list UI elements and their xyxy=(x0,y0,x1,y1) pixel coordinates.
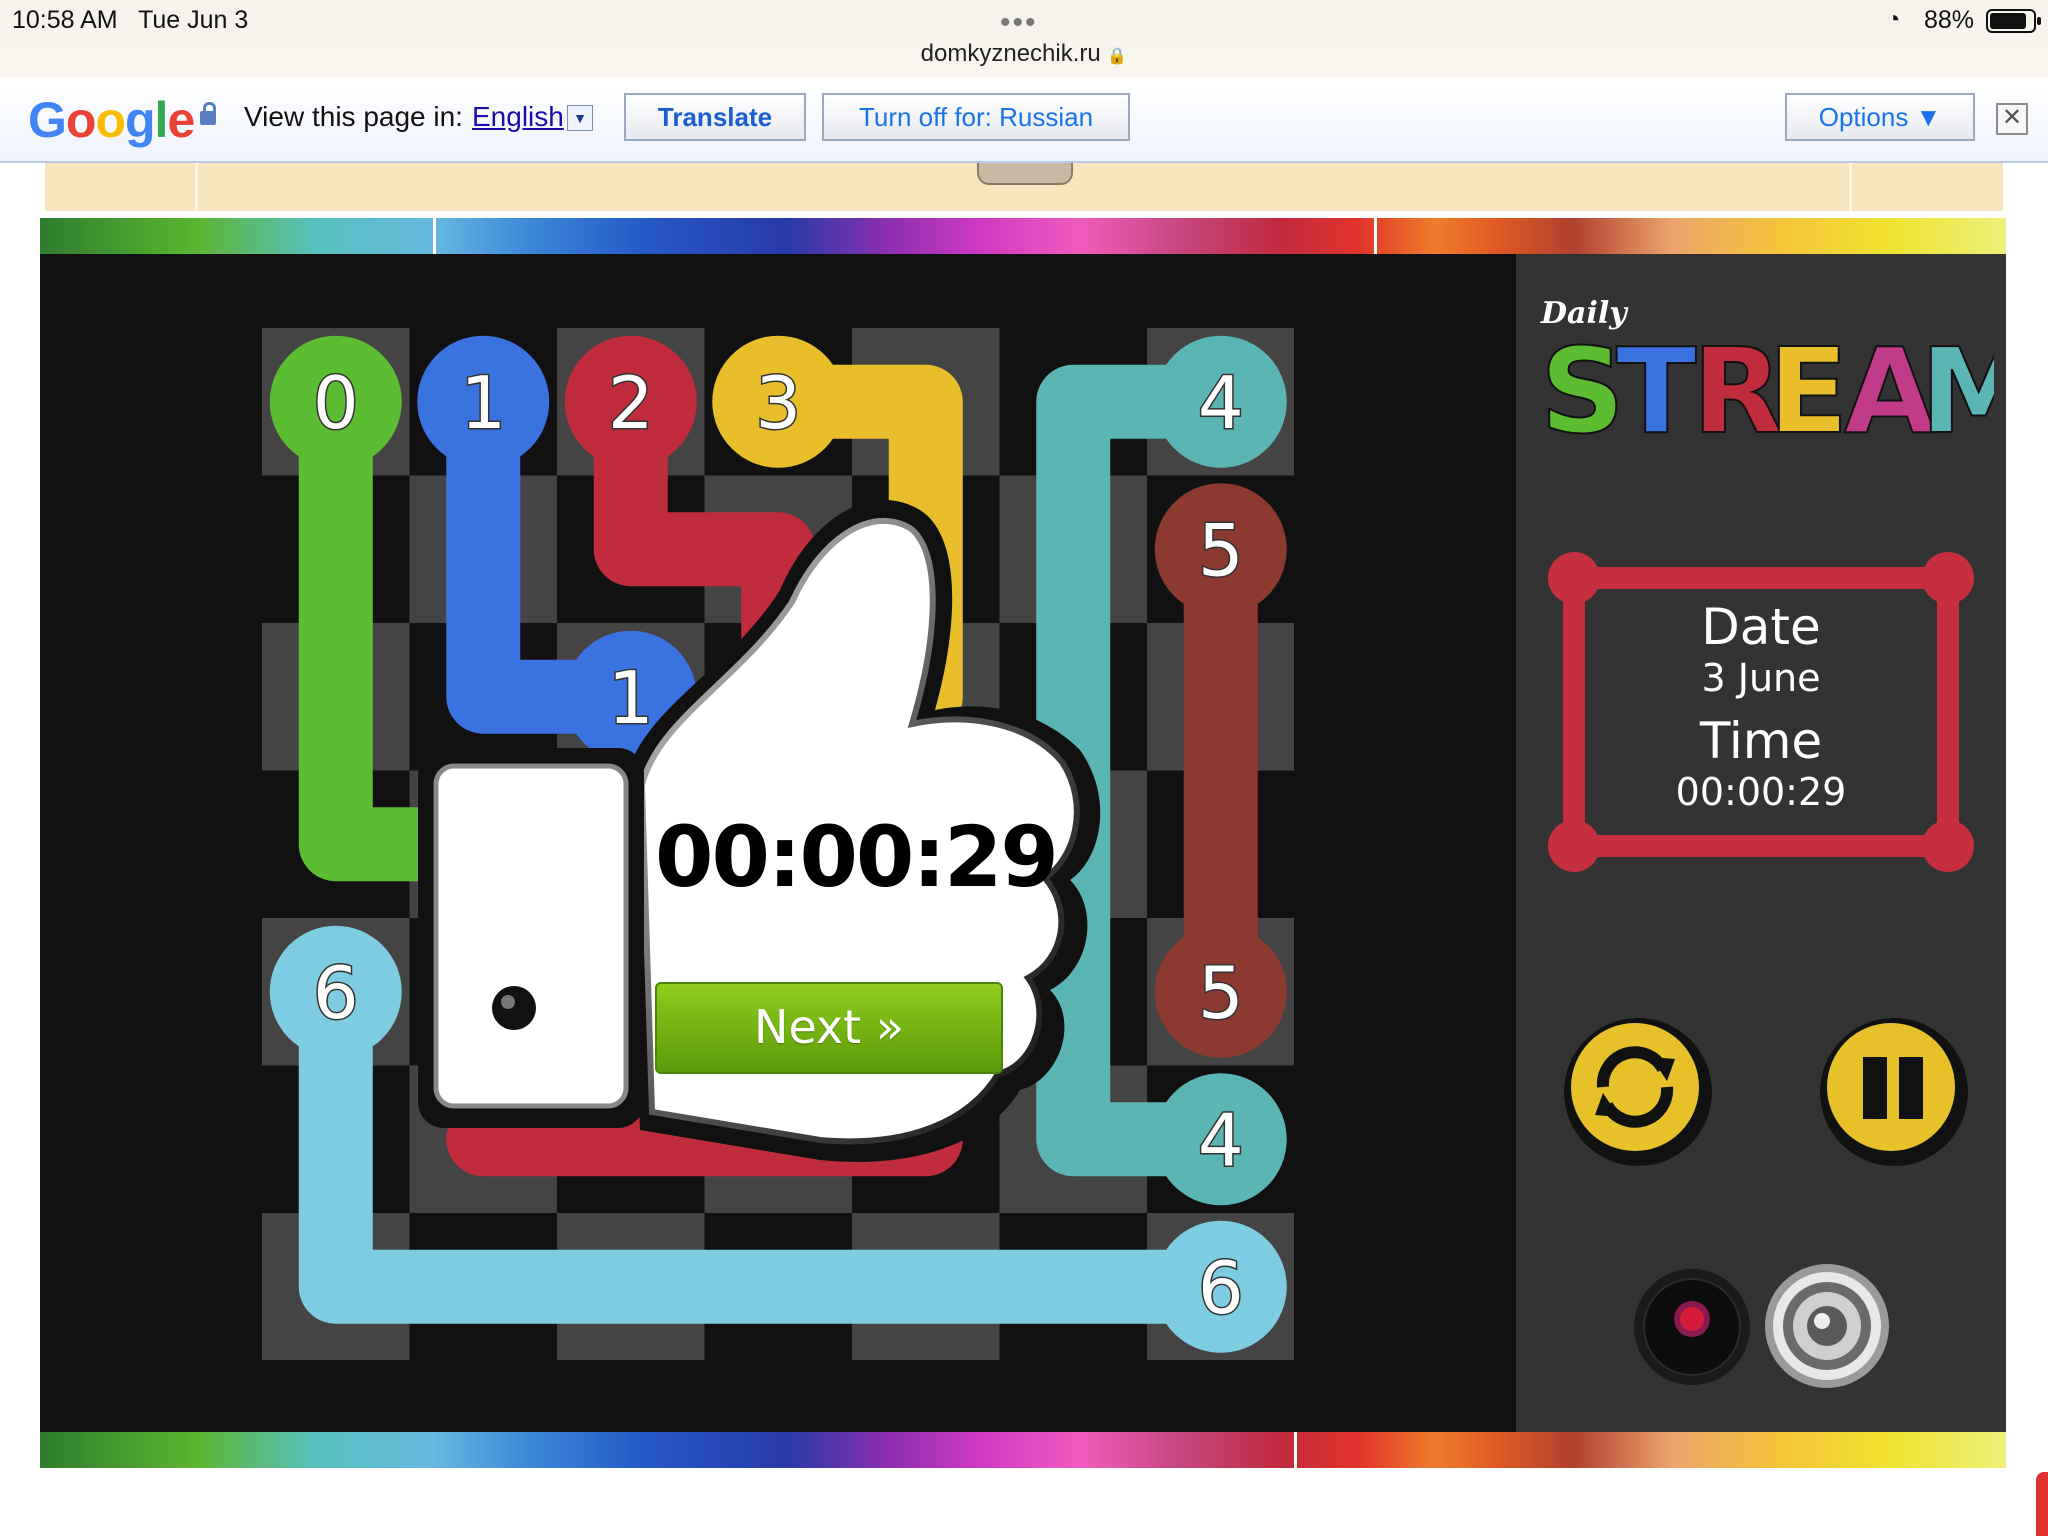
date-label: Date xyxy=(1701,598,1821,656)
date-value: 3 June xyxy=(1701,656,1821,700)
endpoint-label: 6 xyxy=(313,951,359,1035)
endpoint-label: 2 xyxy=(608,361,654,445)
logo-letter: S xyxy=(1540,324,1625,444)
endpoint-label: 4 xyxy=(1198,1098,1244,1182)
next-button[interactable]: Next » xyxy=(655,982,1003,1074)
time-value: 00:00:29 xyxy=(1675,770,1847,814)
sound-button[interactable] xyxy=(1764,1263,1890,1389)
stream-logo: STREAM xyxy=(1539,324,1994,444)
restart-button[interactable] xyxy=(1563,1017,1713,1167)
endpoint-label: 0 xyxy=(313,361,359,445)
page-edge-marker xyxy=(2036,1472,2048,1536)
endpoint-label: 3 xyxy=(755,361,801,445)
endpoint-label: 5 xyxy=(1198,951,1244,1035)
record-button[interactable] xyxy=(1632,1267,1752,1387)
endpoint-label: 4 xyxy=(1198,361,1244,445)
rainbow-border-bottom xyxy=(40,1432,2006,1468)
pause-button[interactable] xyxy=(1819,1017,1969,1167)
completion-time: 00:00:29 xyxy=(655,808,1059,906)
logo-letter: M xyxy=(1920,324,1994,444)
time-label: Time xyxy=(1699,712,1823,770)
logo-letter: E xyxy=(1768,324,1849,444)
endpoint-label: 6 xyxy=(1198,1246,1244,1330)
logo-letter: T xyxy=(1616,324,1697,444)
endpoint-label: 5 xyxy=(1198,508,1244,592)
endpoint-label: 1 xyxy=(460,361,506,445)
